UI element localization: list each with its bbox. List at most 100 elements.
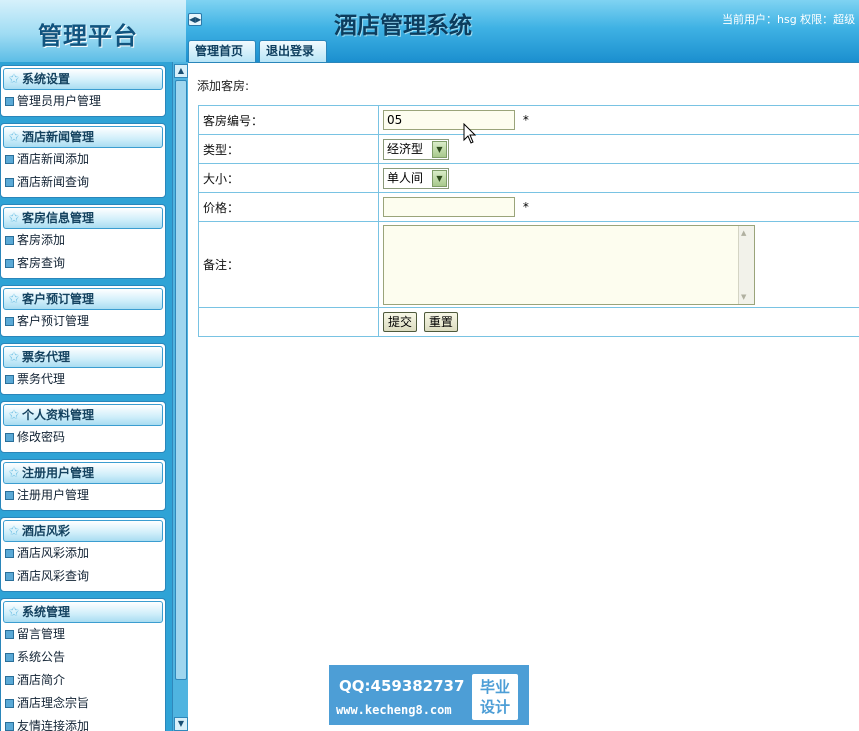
watermark-site: www.kecheng8.com (336, 703, 452, 717)
sidebar-item-booking[interactable]: 客户预订管理 (1, 310, 165, 333)
menu-group-system-settings: ✩ 系统设置 管理员用户管理 (0, 65, 166, 117)
chevron-down-icon[interactable]: ▼ (432, 169, 447, 187)
star-icon: ✩ (8, 292, 20, 307)
watermark-badge: 毕业 设计 (472, 674, 518, 720)
square-bullet-icon (5, 259, 14, 268)
tab-logout[interactable]: 退出登录 (259, 40, 327, 62)
sidebar-item-style-add[interactable]: 酒店风彩添加 (1, 542, 165, 565)
menu-group-registered-users: ✩ 注册用户管理 注册用户管理 (0, 459, 166, 511)
watermark: QQ:459382737 www.kecheng8.com 毕业 设计 (329, 665, 529, 725)
menu-group-system-admin: ✩ 系统管理 留言管理 系统公告 酒店简介 酒店理念宗旨 友情连接添加 (0, 598, 166, 731)
square-bullet-icon (5, 433, 14, 442)
tab-home[interactable]: 管理首页 (188, 40, 256, 62)
form-row-size: 大小： 单人间 ▼ (198, 163, 859, 193)
menu-header[interactable]: ✩ 酒店风彩 (3, 520, 163, 542)
room-no-label: 客房编号： (198, 105, 379, 135)
sidebar-item-registered-users[interactable]: 注册用户管理 (1, 484, 165, 507)
logo-area: 管理平台 (0, 0, 186, 62)
required-mark: * (522, 200, 529, 214)
scroll-down-arrow-icon[interactable]: ▼ (741, 293, 746, 301)
square-bullet-icon (5, 722, 14, 731)
textarea-scrollbar[interactable]: ▲ ▼ (738, 225, 754, 304)
form-row-type: 类型： 经济型 ▼ (198, 134, 859, 164)
square-bullet-icon (5, 178, 14, 187)
square-bullet-icon (5, 630, 14, 639)
type-select[interactable]: 经济型 ▼ (383, 138, 449, 160)
star-icon: ✩ (8, 211, 20, 226)
sidebar-item-news-query[interactable]: 酒店新闻查询 (1, 171, 165, 194)
menu-header[interactable]: ✩ 酒店新闻管理 (3, 126, 163, 148)
main-content: 添加客房: 客房编号： * 类型： 经济型▼ 大小： 单人间▼ (188, 62, 859, 731)
menu-group-hotel-news: ✩ 酒店新闻管理 酒店新闻添加 酒店新闻查询 (0, 123, 166, 198)
star-icon: ✩ (8, 524, 20, 539)
menu-header[interactable]: ✩ 系统设置 (3, 68, 163, 90)
sidebar-item-room-add[interactable]: 客房添加 (1, 229, 165, 252)
form-row-actions: 提交 重置 (198, 307, 859, 337)
square-bullet-icon (5, 236, 14, 245)
star-icon: ✩ (8, 605, 20, 620)
menu-header[interactable]: ✩ 票务代理 (3, 346, 163, 368)
sidebar: ✩ 系统设置 管理员用户管理 ✩ 酒店新闻管理 酒店新闻添加 酒店新闻查询 ✩ 客房信… (0, 62, 172, 731)
logo: 管理平台 (38, 21, 138, 50)
scroll-thumb[interactable] (175, 80, 187, 680)
mouse-cursor-icon (463, 123, 477, 144)
size-label: 大小： (198, 163, 379, 193)
square-bullet-icon (5, 699, 14, 708)
remark-textarea[interactable]: ▲ ▼ (383, 224, 755, 305)
add-room-form: 客房编号： * 类型： 经济型▼ 大小： 单人间▼ 价格： (198, 105, 859, 337)
toggle-arrows-icon[interactable]: ◀▶ (188, 13, 202, 26)
square-bullet-icon (5, 572, 14, 581)
form-row-remark: 备注： ▲ ▼ (198, 221, 859, 308)
star-icon: ✩ (8, 350, 20, 365)
room-no-input[interactable] (383, 110, 515, 130)
menu-header[interactable]: ✩ 客房信息管理 (3, 207, 163, 229)
menu-header[interactable]: ✩ 个人资料管理 (3, 404, 163, 426)
square-bullet-icon (5, 375, 14, 384)
type-label: 类型： (198, 134, 379, 164)
sidebar-item-ticket[interactable]: 票务代理 (1, 368, 165, 391)
menu-group-hotel-style: ✩ 酒店风彩 酒店风彩添加 酒店风彩查询 (0, 517, 166, 592)
form-row-price: 价格： * (198, 192, 859, 222)
sidebar-item-style-query[interactable]: 酒店风彩查询 (1, 565, 165, 588)
price-input[interactable] (383, 197, 515, 217)
square-bullet-icon (5, 653, 14, 662)
square-bullet-icon (5, 549, 14, 558)
menu-group-profile: ✩ 个人资料管理 修改密码 (0, 401, 166, 453)
square-bullet-icon (5, 97, 14, 106)
size-select[interactable]: 单人间 ▼ (383, 167, 449, 189)
sidebar-item-news-add[interactable]: 酒店新闻添加 (1, 148, 165, 171)
scroll-up-arrow-icon[interactable]: ▲ (741, 229, 746, 237)
scroll-down-arrow-icon[interactable]: ▼ (174, 717, 188, 731)
sidebar-item-announcement[interactable]: 系统公告 (1, 646, 165, 669)
sidebar-item-friend-links[interactable]: 友情连接添加 (1, 715, 165, 731)
sidebar-scrollbar[interactable]: ▲ ▼ (172, 62, 188, 731)
sidebar-item-admin-users[interactable]: 管理员用户管理 (1, 90, 165, 113)
star-icon: ✩ (8, 72, 20, 87)
menu-group-booking: ✩ 客户预订管理 客户预订管理 (0, 285, 166, 337)
page-title: 添加客房: (197, 79, 250, 93)
submit-button[interactable]: 提交 (383, 312, 418, 332)
menu-group-room-info: ✩ 客房信息管理 客房添加 客房查询 (0, 204, 166, 279)
square-bullet-icon (5, 676, 14, 685)
price-label: 价格： (198, 192, 379, 222)
system-title: 酒店管理系统 (334, 12, 472, 39)
sidebar-item-hotel-philosophy[interactable]: 酒店理念宗旨 (1, 692, 165, 715)
form-row-room-no: 客房编号： * (198, 105, 859, 135)
app-window: 管理平台 ◀▶ 酒店管理系统 当前用户：hsg 权限：超级 管理首页 退出登录 … (0, 0, 859, 731)
star-icon: ✩ (8, 466, 20, 481)
sidebar-item-change-password[interactable]: 修改密码 (1, 426, 165, 449)
remark-label: 备注： (198, 221, 379, 308)
square-bullet-icon (5, 491, 14, 500)
sidebar-item-room-query[interactable]: 客房查询 (1, 252, 165, 275)
sidebar-item-messages[interactable]: 留言管理 (1, 623, 165, 646)
star-icon: ✩ (8, 408, 20, 423)
menu-header[interactable]: ✩ 系统管理 (3, 601, 163, 623)
scroll-up-arrow-icon[interactable]: ▲ (174, 64, 188, 78)
menu-header[interactable]: ✩ 客户预订管理 (3, 288, 163, 310)
required-mark: * (522, 113, 529, 127)
chevron-down-icon[interactable]: ▼ (432, 140, 447, 158)
menu-header[interactable]: ✩ 注册用户管理 (3, 462, 163, 484)
square-bullet-icon (5, 155, 14, 164)
sidebar-item-hotel-intro[interactable]: 酒店简介 (1, 669, 165, 692)
reset-button[interactable]: 重置 (423, 312, 458, 332)
